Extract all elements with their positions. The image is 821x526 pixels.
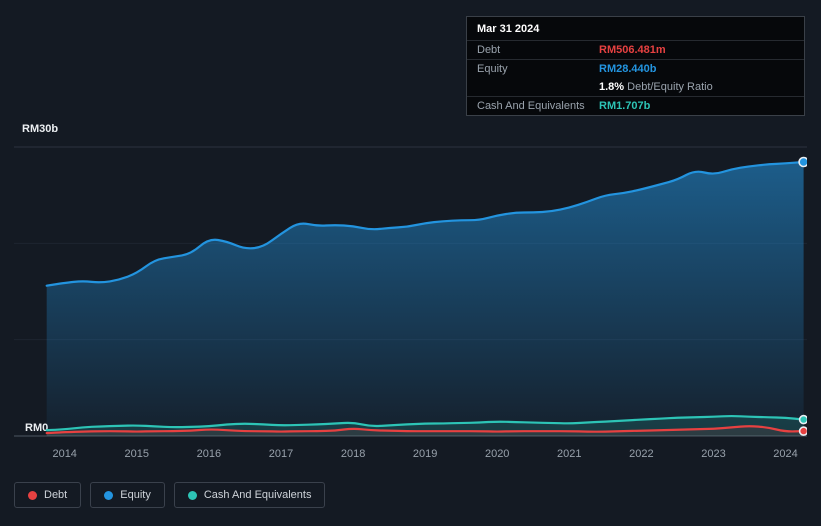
endpoint-marker-equity[interactable] [798, 156, 807, 168]
x-axis-label-2020: 2020 [485, 448, 509, 460]
chart-legend: Debt Equity Cash And Equivalents [14, 482, 326, 508]
series-area-equity [46, 162, 804, 436]
x-axis-label-2017: 2017 [269, 448, 293, 460]
debt-dot-icon [28, 490, 37, 500]
ratio-percent: 1.8% [599, 81, 625, 93]
legend-cash-label: Cash And Equivalents [203, 489, 312, 501]
endpoint-marker-cash-and-equivalents[interactable] [798, 414, 807, 425]
tooltip-cash-row: Cash And Equivalents RM1.707b [467, 97, 804, 115]
x-axis-label-2019: 2019 [413, 448, 437, 460]
x-axis-label-2014: 2014 [52, 448, 76, 460]
tooltip-debt-row: Debt RM506.481m [467, 41, 804, 60]
tooltip-date: Mar 31 2024 [467, 17, 804, 41]
tooltip-equity-label: Equity [477, 63, 508, 75]
debt-equity-history-chart: Mar 31 2024 Debt RM506.481m Equity RM28.… [0, 0, 821, 526]
x-axis-label-2021: 2021 [557, 448, 581, 460]
tooltip-equity-row: Equity RM28.440b [467, 60, 804, 78]
legend-item-cash[interactable]: Cash And Equivalents [173, 482, 326, 508]
legend-equity-label: Equity [120, 489, 151, 501]
tooltip-equity-value: RM28.440b [599, 63, 657, 75]
x-axis-label-2015: 2015 [125, 448, 149, 460]
legend-item-debt[interactable]: Debt [14, 482, 82, 508]
ratio-caption: Debt/Equity Ratio [624, 81, 713, 93]
chart-plot[interactable]: 2014 2015 2016 2017 2018 2019 2020 2021 2022 2023… [14, 140, 807, 470]
cash-dot-icon [187, 490, 197, 500]
tooltip-cash-label: Cash And Equivalents [477, 100, 585, 112]
equity-dot-icon [104, 490, 114, 500]
tooltip-cash-value: RM1.707b [599, 100, 651, 112]
tooltip-ratio-row: 1.8% Debt/Equity Ratio [467, 78, 804, 97]
x-axis-label-2016: 2016 [197, 448, 221, 460]
x-axis-label-2018: 2018 [341, 448, 365, 460]
legend-item-equity[interactable]: Equity [90, 482, 165, 508]
x-axis-label-2022: 2022 [629, 448, 653, 460]
chart-tooltip: Mar 31 2024 Debt RM506.481m Equity RM28.… [466, 16, 805, 116]
tooltip-debt-label: Debt [477, 44, 501, 56]
endpoint-marker-debt[interactable] [798, 426, 807, 436]
legend-debt-label: Debt [44, 489, 68, 501]
y-axis-label-top: RM30b [22, 123, 59, 135]
tooltip-debt-value: RM506.481m [599, 44, 666, 56]
tooltip-ratio-value: 1.8% Debt/Equity Ratio [599, 81, 713, 93]
x-axis-label-2023: 2023 [701, 448, 725, 460]
x-axis-label-2024: 2024 [773, 448, 797, 460]
